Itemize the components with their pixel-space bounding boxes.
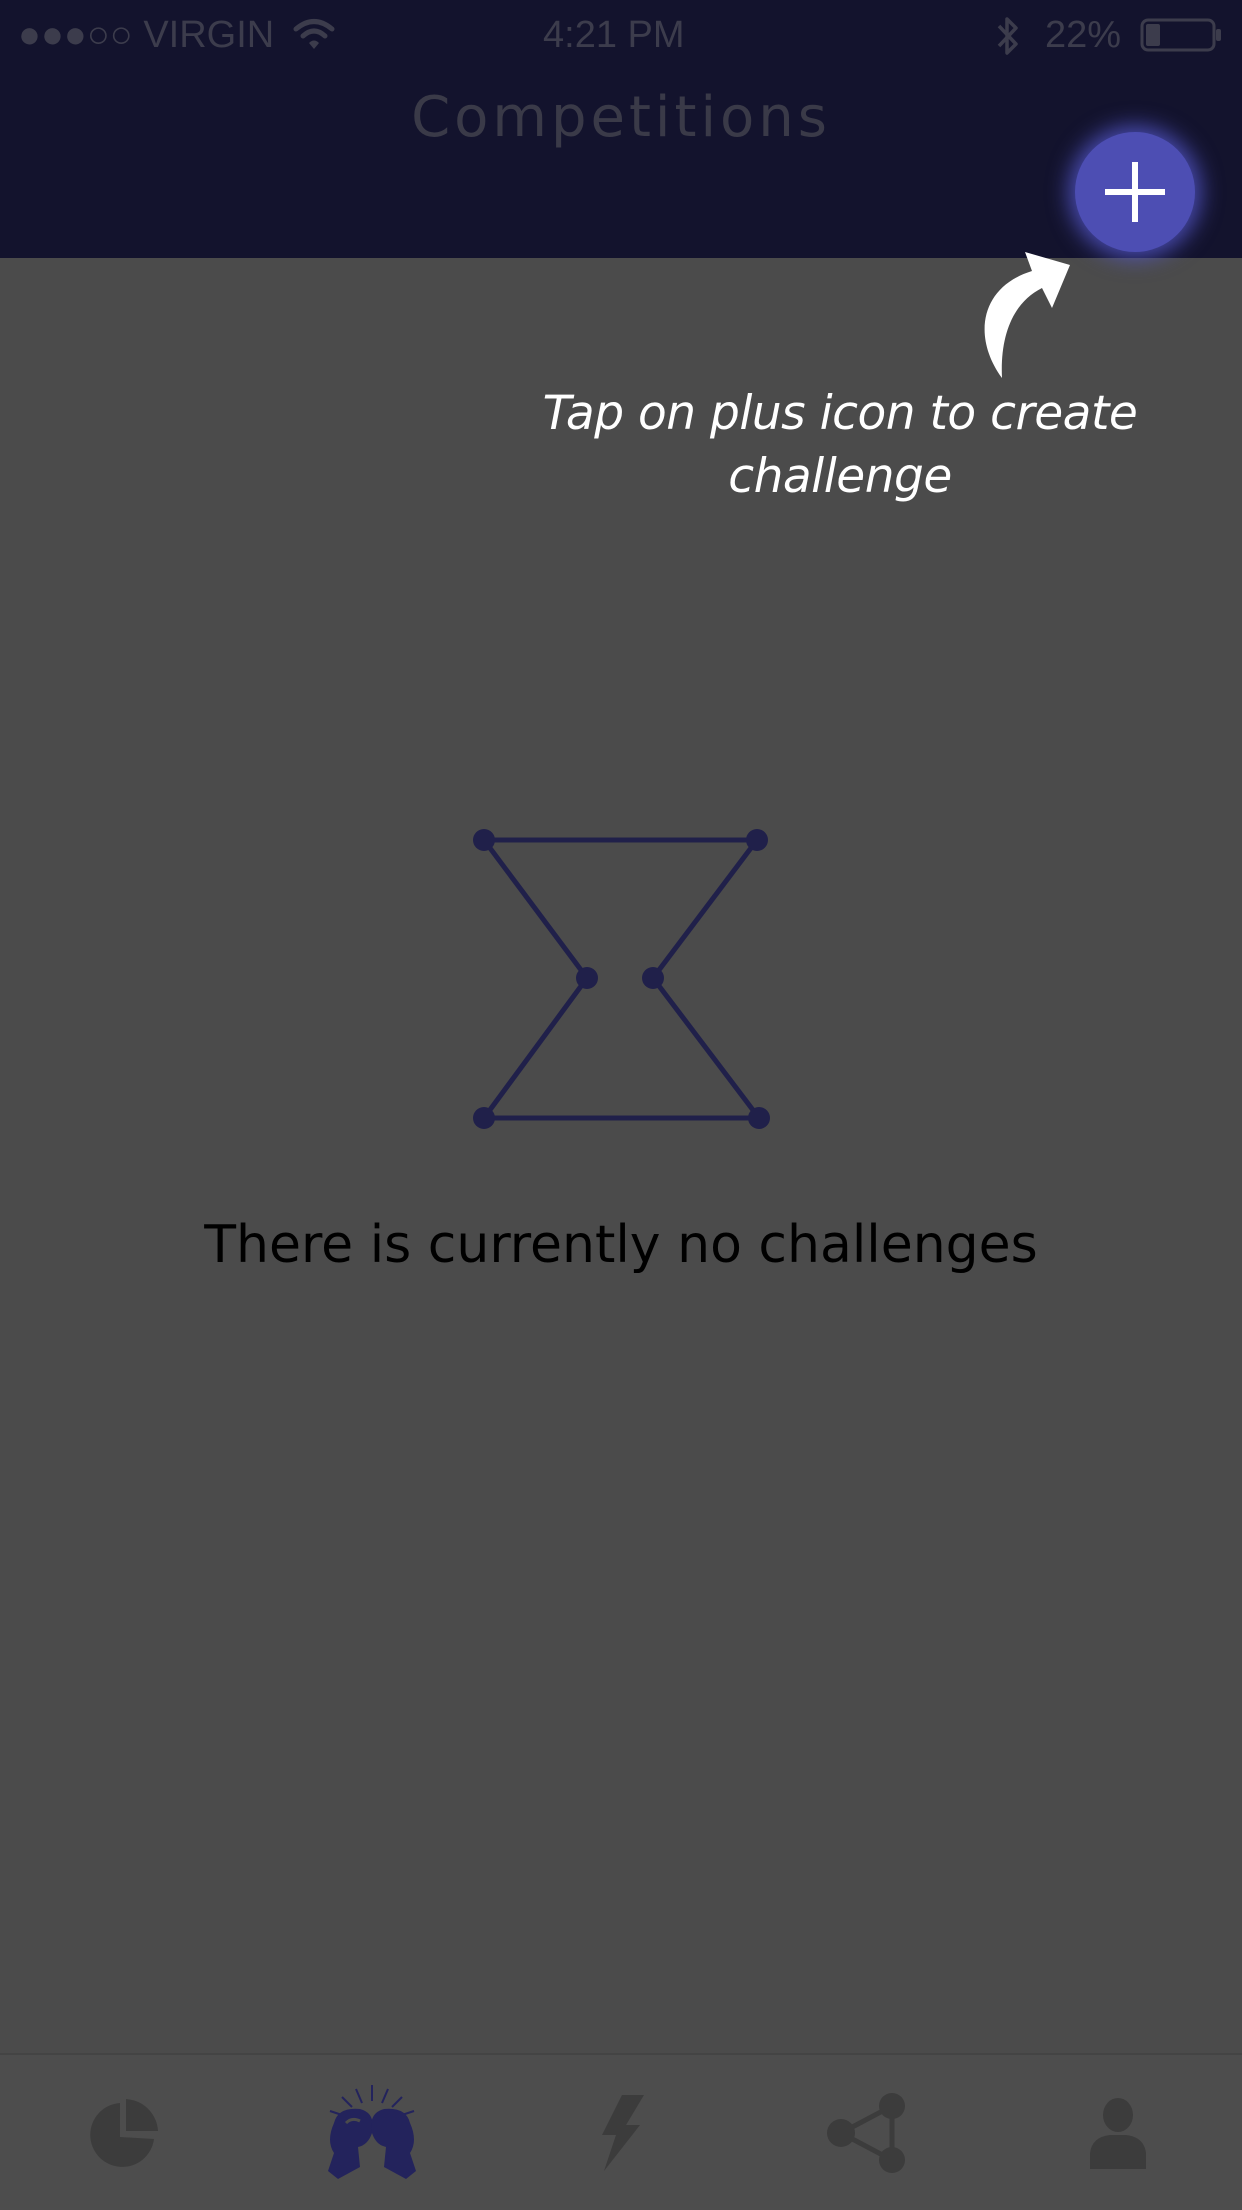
- person-icon: [1090, 2097, 1146, 2169]
- tab-bar: [0, 2053, 1242, 2210]
- tab-activity[interactable]: [497, 2055, 745, 2210]
- page-title: Competitions: [411, 85, 831, 150]
- curved-arrow-icon: [984, 252, 1070, 378]
- lightning-icon: [602, 2094, 644, 2171]
- tab-competitions[interactable]: [248, 2055, 496, 2210]
- empty-state-message: There is currently no challenges: [204, 1215, 1038, 1275]
- add-challenge-button[interactable]: [1075, 132, 1195, 252]
- pie-chart-icon: [90, 2098, 158, 2167]
- carrier-label: ●●●○○ VIRGIN: [18, 14, 275, 56]
- bluetooth-icon: [997, 17, 1018, 55]
- tab-statistics[interactable]: [0, 2055, 248, 2210]
- plus-icon: [1105, 162, 1165, 222]
- battery-percentage: 22%: [1045, 14, 1122, 56]
- wifi-icon: [293, 19, 335, 49]
- tab-share[interactable]: [745, 2055, 993, 2210]
- clock-label: 4:21 PM: [543, 14, 685, 56]
- status-bar: ●●●○○ VIRGIN 4:21 PM 22%: [0, 0, 1242, 70]
- hint-text: Tap on plus icon to create challenge: [542, 386, 1138, 504]
- battery-icon: [1140, 18, 1221, 52]
- hourglass-icon: [473, 829, 770, 1129]
- boxing-gloves-icon: [328, 2084, 416, 2179]
- share-icon: [827, 2092, 905, 2173]
- tab-profile[interactable]: [994, 2055, 1242, 2210]
